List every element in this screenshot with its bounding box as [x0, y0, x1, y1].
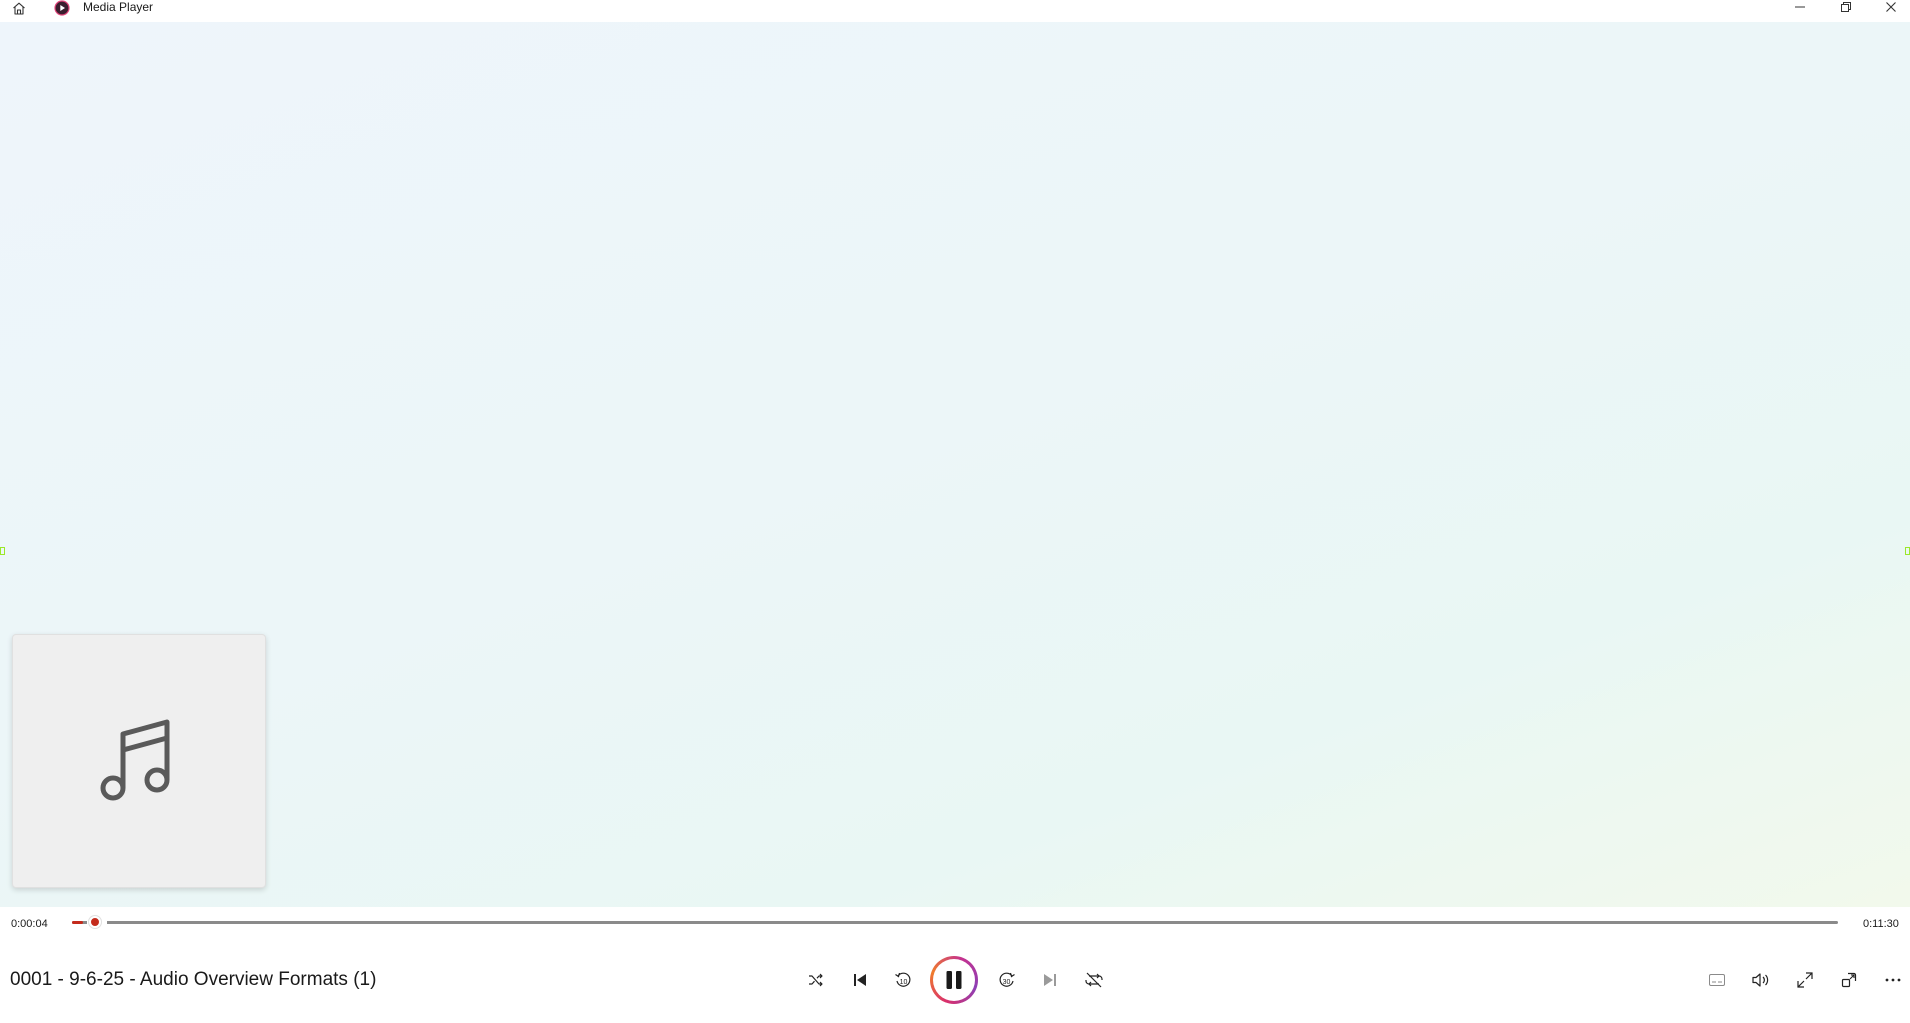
previous-button[interactable] [843, 966, 877, 994]
more-options-icon [1885, 978, 1901, 982]
forward-button[interactable]: 30 [990, 966, 1024, 994]
resize-handle-right [1905, 547, 1910, 555]
total-time: 0:11:30 [1863, 918, 1899, 930]
fullscreen-button[interactable] [1788, 966, 1822, 994]
next-button[interactable] [1033, 966, 1067, 994]
pause-icon [946, 971, 962, 989]
seek-bar[interactable] [72, 920, 1838, 925]
previous-icon [854, 974, 866, 986]
next-icon [1044, 974, 1056, 986]
media-stage[interactable] [0, 22, 1910, 907]
rewind-10-icon: 10 [895, 972, 911, 987]
restore-button[interactable] [1826, 0, 1866, 14]
resize-handle-left [0, 547, 5, 555]
fullscreen-icon [1797, 972, 1813, 988]
album-art [12, 634, 266, 888]
music-note-icon [100, 719, 170, 801]
restore-icon [1841, 2, 1851, 12]
current-time: 0:00:04 [11, 918, 48, 930]
close-icon [1886, 2, 1896, 12]
forward-30-icon: 30 [999, 972, 1015, 987]
rewind-label: 10 [900, 979, 908, 986]
close-button[interactable] [1871, 0, 1910, 14]
seek-thumb[interactable] [89, 916, 101, 928]
minimize-button[interactable] [1780, 0, 1820, 14]
shuffle-button[interactable] [799, 966, 833, 994]
home-icon[interactable] [8, 0, 30, 16]
miniplayer-icon [1841, 972, 1857, 988]
minimize-icon [1795, 6, 1805, 8]
window-title: Media Player [83, 0, 154, 14]
miniplayer-button[interactable] [1832, 966, 1866, 994]
volume-icon [1752, 973, 1769, 987]
captions-icon [1709, 974, 1725, 986]
title-bar: Media Player [0, 0, 1910, 22]
repeat-button[interactable] [1077, 966, 1111, 994]
captions-button[interactable] [1700, 966, 1734, 994]
rewind-button[interactable]: 10 [886, 966, 920, 994]
volume-button[interactable] [1744, 966, 1778, 994]
shuffle-icon [809, 973, 823, 987]
more-options-button[interactable] [1876, 966, 1910, 994]
forward-label: 30 [1003, 979, 1011, 986]
track-title: 0001 - 9-6-25 - Audio Overview Formats (… [10, 969, 377, 990]
repeat-icon [1085, 972, 1103, 988]
seek-progress [72, 921, 83, 924]
media-player-logo-icon [53, 0, 71, 16]
play-pause-button[interactable] [930, 956, 978, 1004]
